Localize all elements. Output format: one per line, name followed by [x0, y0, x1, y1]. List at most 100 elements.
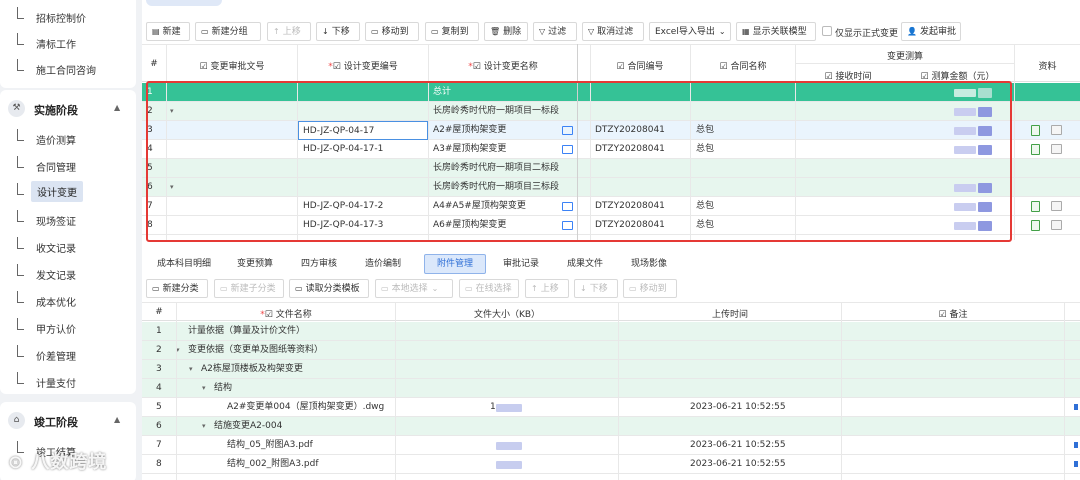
- table-row[interactable]: 7 HD-JZ-QP-04-17-2 A4#A5#屋顶构架变更 DTZY2020804…: [142, 197, 1080, 216]
- change-name-cell[interactable]: A2#屋顶构架变更: [433, 121, 506, 140]
- move-to-button[interactable]: ▭ 移动到: [365, 22, 419, 41]
- expand-caret-icon[interactable]: ▾: [202, 422, 206, 430]
- list-item[interactable]: 2 ▾ 变更依据（变更单及图纸等资料）: [142, 341, 1080, 360]
- sidebar-item-outgoing-records[interactable]: 发文记录: [0, 261, 136, 287]
- submit-approval-button[interactable]: 👤 发起审批: [901, 22, 961, 41]
- image-icon[interactable]: [1051, 144, 1062, 154]
- sidebar-item-incoming-records[interactable]: 收文记录: [0, 234, 136, 260]
- change-name-cell[interactable]: 长房岭秀时代府一期项目二标段: [433, 159, 559, 178]
- image-icon[interactable]: [1051, 201, 1062, 211]
- list-item[interactable]: 7 结构_05_附图A3.pdf 2023-06-21 10:52:55: [142, 436, 1080, 455]
- sidebar-item-measure-payment[interactable]: 计量支付: [0, 369, 136, 395]
- table-row[interactable]: 2 ▾ 长房岭秀时代府一期项目一标段: [142, 102, 1080, 121]
- row-action-icon[interactable]: [1074, 461, 1078, 467]
- tab-approval-records[interactable]: 审批记录: [494, 254, 548, 274]
- image-icon[interactable]: [1051, 220, 1062, 230]
- table-row[interactable]: 8 HD-JZ-QP-04-17-3 A6#屋顶构架变更 DTZY20208041 总包: [142, 216, 1080, 235]
- tab-cost-subject[interactable]: 成本科目明细: [148, 254, 220, 274]
- attach-move-down-button[interactable]: ↓ 下移: [574, 279, 618, 298]
- row-action-icon[interactable]: [1074, 404, 1078, 410]
- load-category-template-button[interactable]: ▭ 读取分类模板: [289, 279, 369, 298]
- file-name-cell[interactable]: A2#变更单004（屋顶构架变更）.dwg: [227, 398, 384, 417]
- file-name-cell[interactable]: 结构_05_附图A3.pdf: [227, 436, 313, 455]
- change-no-cell[interactable]: HD-JZ-QP-04-17: [298, 121, 428, 140]
- expand-caret-icon[interactable]: ▾: [189, 365, 193, 373]
- file-doc-icon[interactable]: [1031, 144, 1040, 155]
- excel-import-export-dropdown[interactable]: Excel导入导出 ⌄: [649, 22, 731, 41]
- sidebar-item-cost-optimization[interactable]: 成本优化: [0, 288, 136, 314]
- list-item[interactable]: 3 ▾ A2栋屋顶楼板及构架变更: [142, 360, 1080, 379]
- contract-name-cell[interactable]: 总包: [696, 140, 714, 159]
- online-select-button[interactable]: ▭ 在线选择: [459, 279, 519, 298]
- list-item[interactable]: 6 ▾ 结施变更A2-004: [142, 417, 1080, 436]
- image-icon[interactable]: [1051, 125, 1062, 135]
- sidebar-item-contract-mgmt[interactable]: 合同管理: [0, 153, 136, 179]
- copy-to-button[interactable]: ▭ 复制到: [425, 22, 479, 41]
- col-file-name[interactable]: *☑ 文件名称: [177, 307, 395, 320]
- list-item[interactable]: 8 结构_002_附图A3.pdf 2023-06-21 10:52:55: [142, 455, 1080, 474]
- expand-caret-icon[interactable]: ▾: [202, 384, 206, 392]
- expand-caret-icon[interactable]: ▾: [170, 183, 174, 191]
- change-name-cell[interactable]: A3#屋顶构架变更: [433, 140, 506, 159]
- move-up-button[interactable]: ↑ 上移: [267, 22, 311, 41]
- col-note[interactable]: ☑ 备注: [842, 307, 1064, 320]
- sidebar-item-contract-consult[interactable]: 施工合同咨询: [0, 56, 136, 82]
- detail-card-icon[interactable]: [562, 126, 573, 135]
- new-subcategory-button[interactable]: ▭ 新建子分类: [214, 279, 284, 298]
- new-button[interactable]: ▤ 新建: [146, 22, 190, 41]
- detail-card-icon[interactable]: [562, 221, 573, 230]
- row-action-icon[interactable]: [1074, 442, 1078, 448]
- file-name-cell[interactable]: 结构_002_附图A3.pdf: [227, 455, 319, 474]
- detail-card-icon[interactable]: [562, 202, 573, 211]
- contract-name-cell[interactable]: 总包: [696, 121, 714, 140]
- active-page-tab[interactable]: [146, 0, 222, 6]
- contract-no-cell[interactable]: DTZY20208041: [595, 197, 665, 216]
- contract-name-cell[interactable]: 总包: [696, 197, 714, 216]
- change-name-cell[interactable]: A6#屋顶构架变更: [433, 216, 506, 235]
- tab-site-images[interactable]: 现场影像: [622, 254, 676, 274]
- contract-no-cell[interactable]: DTZY20208041: [595, 121, 665, 140]
- sidebar-item-site-visa[interactable]: 现场签证: [0, 207, 136, 233]
- new-group-button[interactable]: ▭ 新建分组: [195, 22, 261, 41]
- move-down-button[interactable]: ↓ 下移: [316, 22, 360, 41]
- attach-move-to-button[interactable]: ▭ 移动到: [623, 279, 677, 298]
- contract-name-cell[interactable]: 总包: [696, 216, 714, 235]
- new-category-button[interactable]: ▭ 新建分类: [146, 279, 208, 298]
- col-receive-time[interactable]: ☑ 接收时间: [796, 69, 900, 82]
- col-contract-name[interactable]: ☑ 合同名称: [691, 59, 795, 72]
- change-no-cell[interactable]: HD-JZ-QP-04-17-3: [303, 216, 383, 235]
- file-doc-icon[interactable]: [1031, 220, 1040, 231]
- col-change-name[interactable]: *☑ 设计变更名称: [429, 59, 577, 72]
- show-model-button[interactable]: ▦ 显示关联模型: [736, 22, 816, 41]
- table-row[interactable]: 4 HD-JZ-QP-04-17-1 A3#屋顶构架变更 DTZY20208041 总包: [142, 140, 1080, 159]
- col-approval-no[interactable]: ☑ 变更审批文号: [167, 59, 297, 72]
- local-select-dropdown[interactable]: ▭ 本地选择 ⌄: [375, 279, 453, 298]
- list-item[interactable]: 1 计量依据（算量及计价文件）: [142, 322, 1080, 341]
- change-name-cell[interactable]: 总计: [433, 83, 451, 102]
- attach-move-up-button[interactable]: ↑ 上移: [525, 279, 569, 298]
- formal-only-checkbox[interactable]: [822, 26, 832, 36]
- tab-attachment-mgmt[interactable]: 附件管理: [424, 254, 486, 274]
- tab-change-budget[interactable]: 变更预算: [228, 254, 282, 274]
- col-change-no[interactable]: *☑ 设计变更编号: [298, 59, 428, 72]
- contract-no-cell[interactable]: DTZY20208041: [595, 140, 665, 159]
- col-contract-no[interactable]: ☑ 合同编号: [590, 59, 690, 72]
- detail-card-icon[interactable]: [562, 145, 573, 154]
- change-name-cell[interactable]: 长房岭秀时代府一期项目三标段: [433, 178, 559, 197]
- sidebar-item-bid-control-price[interactable]: 招标控制价: [0, 4, 136, 30]
- sidebar-item-cost-estimate[interactable]: 造价测算: [0, 126, 136, 152]
- change-no-cell[interactable]: HD-JZ-QP-04-17-2: [303, 197, 383, 216]
- table-row[interactable]: 1 总计: [142, 83, 1080, 102]
- file-name-cell[interactable]: 计量依据（算量及计价文件）: [188, 322, 305, 341]
- tab-cost-compile[interactable]: 造价编制: [356, 254, 410, 274]
- sidebar-item-price-diff[interactable]: 价差管理: [0, 342, 136, 368]
- delete-button[interactable]: 🗑 删除: [484, 22, 528, 41]
- tab-four-party-review[interactable]: 四方审核: [292, 254, 346, 274]
- col-calc-amount[interactable]: ☑ 测算金额（元）: [901, 69, 1014, 82]
- expand-caret-icon[interactable]: ▾: [170, 107, 174, 115]
- table-row[interactable]: 6 ▾ 长房岭秀时代府一期项目三标段: [142, 178, 1080, 197]
- contract-no-cell[interactable]: DTZY20208041: [595, 216, 665, 235]
- sidebar-section-implementation[interactable]: ⚒ 实施阶段 ▲: [0, 94, 136, 124]
- table-row[interactable]: 5 长房岭秀时代府一期项目二标段: [142, 159, 1080, 178]
- list-item[interactable]: 5 A2#变更单004（屋顶构架变更）.dwg 1 2023-06-21 10:52:…: [142, 398, 1080, 417]
